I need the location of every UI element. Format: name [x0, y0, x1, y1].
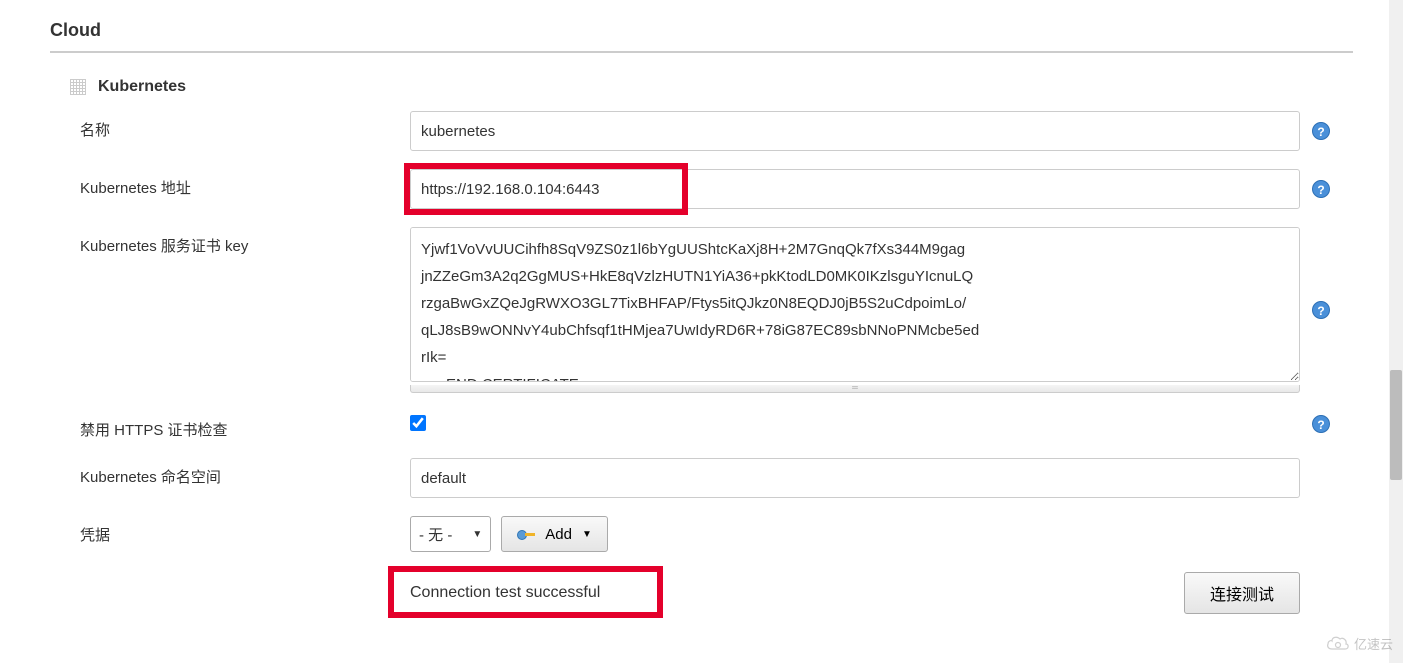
disable-https-label: 禁用 HTTPS 证书检查	[80, 411, 410, 440]
cloud-logo-icon	[1326, 635, 1350, 653]
disable-https-checkbox[interactable]	[410, 415, 426, 431]
name-input[interactable]	[410, 111, 1300, 151]
resize-handle[interactable]: ═	[410, 385, 1300, 393]
field-row-disable-https: 禁用 HTTPS 证书检查 ?	[80, 411, 1353, 440]
credentials-selected: - 无 -	[419, 524, 452, 545]
credentials-label: 凭据	[80, 516, 410, 545]
key-icon	[517, 528, 535, 540]
field-row-namespace: Kubernetes 命名空间	[80, 458, 1353, 498]
help-icon[interactable]: ?	[1312, 122, 1330, 140]
add-label: Add	[545, 526, 572, 543]
drag-handle-icon[interactable]	[70, 79, 86, 95]
watermark-text: 亿速云	[1354, 634, 1393, 653]
name-label: 名称	[80, 111, 410, 140]
url-label: Kubernetes 地址	[80, 169, 410, 198]
help-icon[interactable]: ?	[1312, 301, 1330, 319]
help-icon[interactable]: ?	[1312, 180, 1330, 198]
namespace-label: Kubernetes 命名空间	[80, 458, 410, 487]
watermark: 亿速云	[1326, 634, 1393, 653]
credentials-select[interactable]: - 无 - ▼	[410, 516, 491, 552]
page-scrollbar-track[interactable]	[1389, 0, 1403, 663]
test-connection-button[interactable]: 连接测试	[1184, 572, 1300, 614]
connection-status: Connection test successful	[410, 584, 600, 602]
field-row-url: Kubernetes 地址 ?	[80, 169, 1353, 209]
field-row-credentials: 凭据 - 无 - ▼ Add ▼ Connection test success…	[80, 516, 1353, 614]
cloud-type-name: Kubernetes	[98, 78, 186, 96]
help-icon[interactable]: ?	[1312, 415, 1330, 433]
cert-textarea[interactable]	[410, 227, 1300, 382]
url-input[interactable]	[410, 169, 1300, 209]
page-scrollbar-thumb[interactable]	[1390, 370, 1402, 480]
section-title: Cloud	[50, 20, 1353, 53]
namespace-input[interactable]	[410, 458, 1300, 498]
add-credentials-button[interactable]: Add ▼	[501, 516, 608, 552]
field-row-cert: Kubernetes 服务证书 key ═ ?	[80, 227, 1353, 393]
field-row-name: 名称 ?	[80, 111, 1353, 151]
chevron-down-icon: ▼	[582, 529, 592, 540]
chevron-down-icon: ▼	[472, 529, 482, 540]
cert-label: Kubernetes 服务证书 key	[80, 227, 410, 256]
cloud-header: Kubernetes	[70, 78, 1353, 96]
